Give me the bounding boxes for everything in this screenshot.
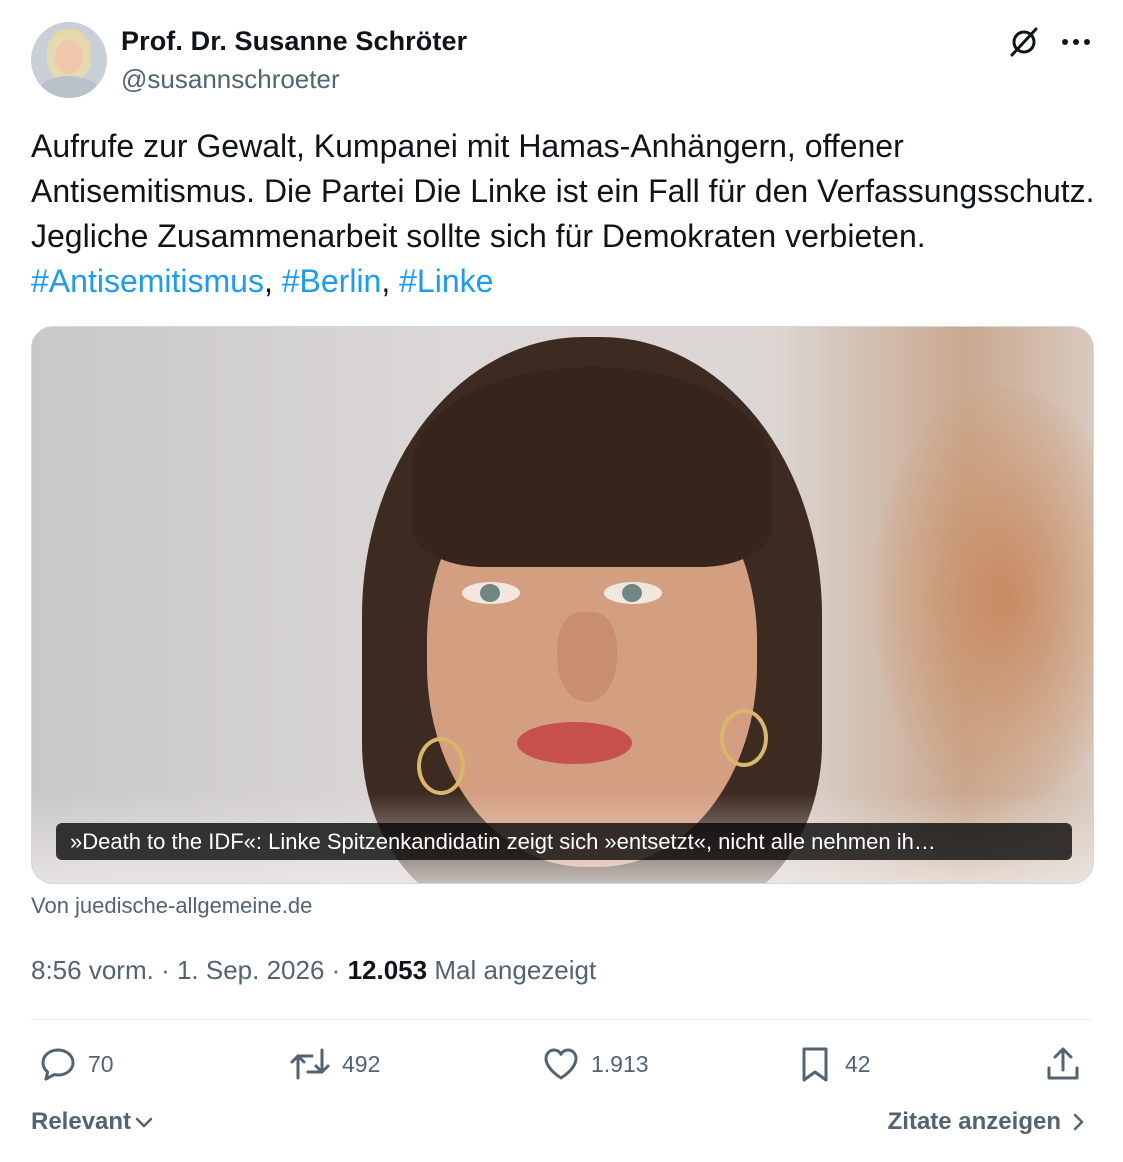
link-source[interactable]: Von juedische-allgemeine.de (31, 893, 312, 919)
bookmark-button[interactable]: 42 (795, 1044, 871, 1084)
grok-icon[interactable] (1004, 22, 1044, 62)
reply-icon (41, 1048, 75, 1081)
view-quotes-link[interactable]: Zitate anzeigen (888, 1108, 1089, 1136)
bookmark-icon (802, 1047, 828, 1082)
reply-button[interactable]: 70 (38, 1044, 114, 1084)
reply-count: 70 (88, 1050, 114, 1077)
tweet-time[interactable]: 8:56 vorm. (31, 955, 154, 985)
view-count: 12.053 (347, 955, 428, 985)
hashtag-berlin[interactable]: #Berlin (282, 263, 382, 299)
divider (31, 1019, 1092, 1020)
like-icon (544, 1048, 578, 1080)
retweet-count: 492 (342, 1050, 381, 1077)
share-button[interactable] (1043, 1044, 1093, 1084)
avatar[interactable] (31, 22, 107, 98)
like-count: 1.913 (591, 1050, 649, 1077)
sort-label: Relevant (31, 1108, 132, 1135)
more-icon[interactable] (1056, 22, 1096, 62)
share-icon (1047, 1047, 1079, 1080)
tweet-text: Aufrufe zur Gewalt, Kumpanei mit Hamas-A… (31, 124, 1096, 304)
retweet-icon (290, 1048, 330, 1080)
author-name[interactable]: Prof. Dr. Susanne Schröter (121, 26, 467, 57)
card-caption[interactable]: »Death to the IDF«: Linke Spitzenkandida… (56, 823, 1072, 860)
like-button[interactable]: 1.913 (541, 1044, 649, 1084)
meta-separator: · (161, 955, 170, 985)
quotes-label: Zitate anzeigen (887, 1108, 1061, 1135)
retweet-button[interactable]: 492 (288, 1044, 380, 1084)
hashtag-antisemitismus[interactable]: #Antisemitismus (31, 263, 264, 299)
tweet-meta: 8:56 vorm. · 1. Sep. 2026 · 12.053 Mal a… (31, 955, 596, 986)
hashtag-separator: , (381, 263, 400, 299)
tweet-date[interactable]: 1. Sep. 2026 (177, 955, 324, 985)
meta-separator: · (331, 955, 341, 985)
link-card[interactable]: »Death to the IDF«: Linke Spitzenkandida… (31, 326, 1094, 884)
tweet-body: Aufrufe zur Gewalt, Kumpanei mit Hamas-A… (31, 128, 1095, 254)
hashtag-linke[interactable]: #Linke (399, 263, 493, 299)
bookmark-count: 42 (845, 1050, 871, 1077)
chevron-right-icon (1073, 1113, 1084, 1131)
sort-dropdown[interactable]: Relevant (31, 1108, 155, 1136)
author-handle[interactable]: @susannschroeter (121, 64, 340, 95)
view-label: Mal angezeigt (434, 955, 597, 985)
hashtag-separator: , (263, 263, 282, 299)
chevron-down-icon (135, 1117, 153, 1128)
